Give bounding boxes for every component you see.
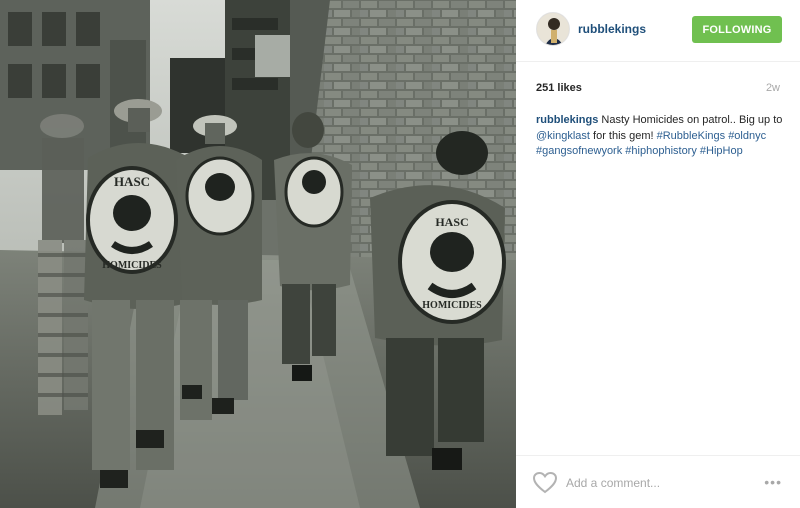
username-link[interactable]: rubblekings [578, 22, 646, 36]
hashtag-link[interactable]: #hiphophistory [625, 145, 697, 157]
comment-input[interactable] [566, 474, 746, 492]
hashtag-link[interactable]: #oldnyc [728, 130, 766, 142]
hashtag-link[interactable]: #RubbleKings [657, 130, 726, 142]
patch-text-top-right: HASC [435, 215, 468, 229]
more-options-icon[interactable]: ••• [764, 474, 782, 490]
profile-avatar-icon [537, 13, 569, 45]
post-time: 2w [765, 82, 780, 94]
post-details-panel: rubblekings FOLLOWING 251 likes 2w rubbl… [516, 0, 800, 508]
patch-text-bottom-right: HOMICIDES [422, 300, 482, 311]
likes-count[interactable]: 251 likes [536, 82, 582, 94]
post-caption: rubblekings Nasty Homicides on patrol.. … [536, 113, 786, 160]
caption-author-link[interactable]: rubblekings [536, 114, 598, 126]
black-white-street-photo: HASC HOMICIDES HASC HOMICIDES [0, 0, 516, 508]
hashtag-link[interactable]: #gangsofnewyork [536, 145, 622, 157]
post-actions: ••• [516, 455, 800, 508]
post-header: rubblekings FOLLOWING [516, 0, 800, 62]
post-photo[interactable]: HASC HOMICIDES HASC HOMICIDES [0, 0, 516, 508]
heart-outline-icon[interactable] [532, 471, 558, 494]
avatar[interactable] [536, 12, 570, 46]
caption-mention-link[interactable]: @kingklast [536, 130, 590, 142]
caption-text: Nasty Homicides on patrol.. Big up to [601, 114, 783, 126]
patch-text-bottom: HOMICIDES [102, 260, 162, 271]
following-button[interactable]: FOLLOWING [692, 16, 782, 43]
hashtag-link[interactable]: #HipHop [700, 145, 743, 157]
patch-text-top: HASC [114, 174, 150, 189]
caption-text-2: for this gem! [593, 129, 654, 142]
